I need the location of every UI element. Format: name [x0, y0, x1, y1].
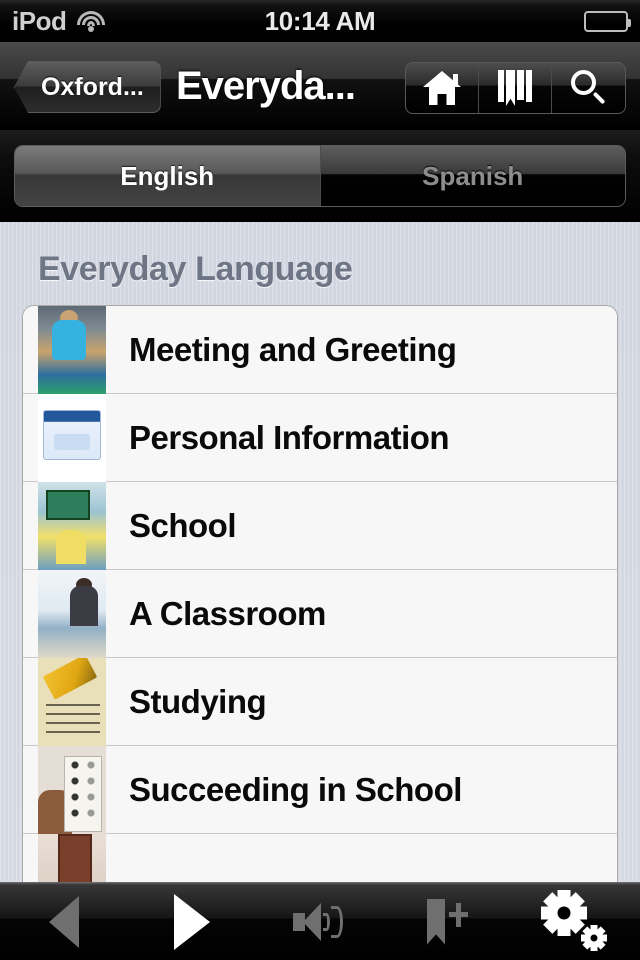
- bookmarks-icon: [498, 70, 532, 106]
- topic-list: Meeting and Greeting Personal Informatio…: [22, 305, 618, 882]
- language-tab-bar: English Spanish: [0, 130, 640, 222]
- list-item-label: A Classroom: [129, 594, 326, 632]
- back-button-label: Oxford...: [41, 72, 144, 101]
- settings-button[interactable]: [512, 883, 640, 960]
- tab-english[interactable]: English: [15, 146, 321, 206]
- list-item[interactable]: Meeting and Greeting: [23, 306, 617, 394]
- list-item-label: Studying: [129, 682, 267, 720]
- segmented-control: English Spanish: [14, 145, 626, 207]
- wifi-icon: [76, 10, 106, 32]
- studying-thumbnail: [38, 657, 106, 746]
- bottom-toolbar: [0, 882, 640, 960]
- home-button[interactable]: [406, 63, 479, 113]
- list-item[interactable]: [23, 834, 617, 882]
- list-item[interactable]: Personal Information: [23, 393, 617, 482]
- page-title: Everyda...: [176, 63, 356, 108]
- audio-button[interactable]: [256, 883, 384, 960]
- greeting-thumbnail: [38, 306, 106, 394]
- list-item[interactable]: A Classroom: [23, 569, 617, 658]
- status-bar: iPod 10:14 AM: [0, 0, 640, 42]
- app-screen: iPod 10:14 AM Oxford... Everyda... Engli…: [0, 0, 640, 960]
- list-item[interactable]: Succeeding in School: [23, 745, 617, 834]
- tab-spanish[interactable]: Spanish: [320, 146, 625, 206]
- nav-button-group: [405, 62, 626, 114]
- previous-arrow-icon: [49, 895, 79, 948]
- add-bookmark-button[interactable]: [384, 883, 512, 960]
- section-title: Everyday Language: [38, 250, 353, 288]
- speaker-icon: [293, 901, 347, 943]
- classroom-thumbnail: [38, 569, 106, 658]
- gears-icon: [543, 891, 606, 950]
- test-answer-sheet-thumbnail: [38, 745, 106, 834]
- bookmark-plus-icon: [423, 898, 473, 945]
- status-bar-left: iPod: [12, 8, 106, 34]
- bookmarks-button[interactable]: [479, 63, 552, 113]
- play-icon: [174, 893, 210, 950]
- doorway-thumbnail: [38, 834, 106, 882]
- search-button[interactable]: [552, 63, 625, 113]
- list-item-label: School: [129, 506, 237, 544]
- battery-icon: [584, 10, 631, 32]
- back-button[interactable]: Oxford...: [14, 61, 161, 113]
- list-item-label: Personal Information: [129, 418, 450, 456]
- list-item[interactable]: Studying: [23, 657, 617, 746]
- previous-button[interactable]: [0, 883, 128, 960]
- list-item-label: Meeting and Greeting: [129, 330, 457, 368]
- navigation-bar: Oxford... Everyda...: [0, 42, 640, 130]
- home-icon: [423, 71, 461, 105]
- list-item-label: Succeeding in School: [129, 770, 462, 808]
- list-item[interactable]: School: [23, 481, 617, 570]
- search-icon: [570, 70, 607, 106]
- social-security-card-thumbnail: [38, 393, 106, 482]
- school-thumbnail: [38, 481, 106, 570]
- content-area[interactable]: Everyday Language Meeting and Greeting P…: [0, 222, 640, 882]
- carrier-label: iPod: [12, 6, 67, 36]
- play-button[interactable]: [128, 883, 256, 960]
- status-bar-right: [584, 10, 631, 32]
